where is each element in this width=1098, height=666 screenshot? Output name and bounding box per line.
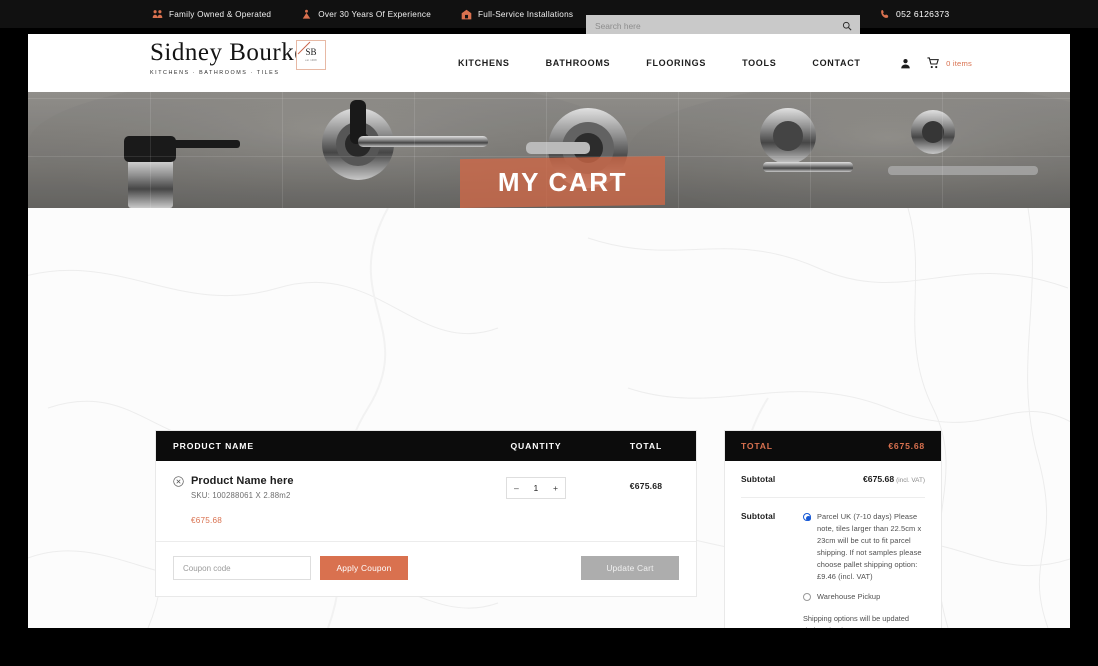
feature-experience: Over 30 Years Of Experience (301, 9, 431, 20)
subtotal-vat-note: (incl. VAT) (896, 477, 925, 484)
update-cart-button[interactable]: Update Cart (581, 556, 679, 580)
phone-contact[interactable]: 052 6126373 (880, 0, 949, 28)
subtotal-label: Subtotal (741, 474, 776, 484)
column-header-total: TOTAL (629, 441, 663, 451)
apply-coupon-button[interactable]: Apply Coupon (320, 556, 408, 580)
nav-item-tools[interactable]: TOOLS (742, 58, 776, 68)
site-canvas: Sidney Bourke KITCHENS · BATHROOMS · TIL… (28, 34, 1070, 628)
nav-item-contact[interactable]: CONTACT (812, 58, 860, 68)
shipping-row: Subtotal Parcel UK (7-10 days) Please no… (741, 498, 925, 628)
top-utility-bar: Family Owned & Operated Over 30 Years Of… (0, 0, 1098, 36)
search-button[interactable] (834, 15, 860, 36)
page-title: MY CART (497, 166, 628, 197)
cart-icon (927, 57, 940, 69)
table-row: Product Name here SKU: 100288061 X 2.88m… (156, 461, 696, 541)
hero-title-band: MY CART (460, 156, 665, 208)
shipping-option-label: Parcel UK (7-10 days) Please note, tiles… (817, 512, 922, 581)
feature-label: Over 30 Years Of Experience (318, 9, 432, 19)
shipping-option-parcel-uk[interactable]: Parcel UK (7-10 days) Please note, tiles… (803, 511, 925, 583)
subtotal-value-cell: €675.68 (incl. VAT) (803, 474, 925, 484)
phone-icon (881, 10, 889, 18)
coupon-row: Apply Coupon Update Cart (156, 541, 696, 596)
feature-label: Full-Service Installations (478, 9, 574, 19)
nav-item-floorings[interactable]: FLOORINGS (646, 58, 706, 68)
quantity-decrement-button[interactable]: – (514, 483, 519, 493)
search-bar (586, 15, 860, 36)
header-actions: 0 items (900, 34, 972, 92)
cart-link[interactable]: 0 items (927, 57, 972, 69)
cart-item-name[interactable]: Product Name here (191, 475, 294, 487)
page-content: PRODUCT NAME QUANTITY TOTAL Product Name… (28, 208, 1070, 628)
shipping-radio-parcel-uk[interactable] (803, 513, 811, 521)
quantity-value[interactable]: 1 (533, 483, 538, 493)
experience-icon (302, 9, 311, 19)
nav-item-bathrooms[interactable]: BATHROOMS (546, 58, 611, 68)
shipping-note: Shipping options will be updated during … (803, 613, 910, 628)
user-icon[interactable] (900, 58, 911, 69)
search-icon (842, 21, 852, 31)
remove-item-icon[interactable] (173, 475, 184, 487)
logo-tagline: KITCHENS · BATHROOMS · TILES (150, 70, 280, 76)
quantity-increment-button[interactable]: + (553, 483, 558, 493)
badge-established: est 1968 (305, 58, 317, 62)
totals-panel-header: TOTAL €675.68 (725, 431, 941, 461)
cart-item-quantity-cell: – 1 + (476, 475, 596, 525)
coupon-code-input[interactable] (173, 556, 311, 580)
hero-banner: MY CART (28, 92, 1070, 208)
shipping-option-label: Warehouse Pickup (817, 591, 881, 601)
nav-item-kitchens[interactable]: KITCHENS (458, 58, 510, 68)
cart-item-line-total: €675.68 (629, 481, 663, 491)
site-header: Sidney Bourke KITCHENS · BATHROOMS · TIL… (28, 34, 1070, 92)
subtotal-value: €675.68 (863, 474, 895, 484)
phone-number: 052 6126373 (896, 9, 950, 19)
feature-list: Family Owned & Operated Over 30 Years Of… (152, 9, 573, 20)
search-input[interactable] (586, 20, 834, 31)
cart-item-details: Product Name here SKU: 100288061 X 2.88m… (156, 475, 476, 525)
cart-item-sku: SKU: 100288061 X 2.88m2 (191, 491, 291, 500)
shipping-label: Subtotal (741, 511, 776, 521)
cart-table: PRODUCT NAME QUANTITY TOTAL Product Name… (155, 430, 697, 597)
cart-totals-panel: TOTAL €675.68 Subtotal €675.68 (incl. VAT… (724, 430, 942, 628)
feature-label: Family Owned & Operated (169, 9, 272, 19)
totals-panel-body: Subtotal €675.68 (incl. VAT) Subtotal Par… (725, 461, 941, 628)
installation-icon (461, 9, 472, 19)
family-icon (152, 9, 163, 18)
badge-letter-b: B (310, 47, 317, 58)
cart-item-count: 0 items (946, 58, 972, 68)
shipping-radio-warehouse-pickup[interactable] (803, 592, 811, 601)
quantity-stepper: – 1 + (506, 477, 566, 499)
main-navigation: KITCHENS BATHROOMS FLOORINGS TOOLS CONTA… (458, 34, 861, 92)
totals-header-label: TOTAL (741, 441, 773, 451)
logo-badge: SB est 1968 (296, 40, 326, 70)
shipping-options: Parcel UK (7-10 days) Please note, tiles… (803, 511, 925, 628)
column-header-quantity: QUANTITY (510, 441, 562, 451)
feature-family-owned: Family Owned & Operated (152, 9, 271, 20)
column-header-product: PRODUCT NAME (173, 441, 254, 451)
cart-item-unit-price: €675.68 (191, 516, 222, 525)
shipping-option-warehouse-pickup[interactable]: Warehouse Pickup (803, 591, 925, 603)
subtotal-row: Subtotal €675.68 (incl. VAT) (741, 461, 925, 498)
totals-header-value: €675.68 (888, 441, 925, 451)
cart-table-header: PRODUCT NAME QUANTITY TOTAL (156, 431, 696, 461)
feature-installations: Full-Service Installations (461, 9, 573, 20)
